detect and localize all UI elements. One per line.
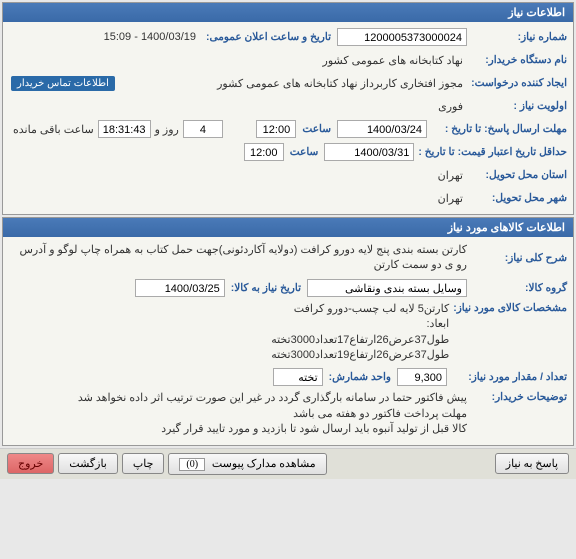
need-date-field[interactable]: 1400/03/25 [135, 279, 225, 297]
need-info-panel: اطلاعات نیاز شماره نیاز: 120000537300002… [2, 2, 574, 215]
priority-label: اولویت نیاز : [467, 100, 567, 112]
unit-field[interactable]: تخته [273, 368, 323, 386]
delivery-province-label: استان محل تحویل: [467, 169, 567, 181]
desc-value: کارتن بسته بندی پنج لایه دورو کرافت (دول… [9, 241, 467, 276]
deadline-hour-field[interactable]: 12:00 [256, 120, 296, 138]
validity-date-field[interactable]: 1400/03/31 [324, 143, 414, 161]
back-button[interactable]: بازگشت [58, 453, 118, 474]
remain-label: ساعت باقی مانده [9, 123, 98, 136]
group-label: گروه کالا: [467, 282, 567, 294]
delivery-city-value: تهران [434, 192, 467, 205]
panel2-header: اطلاعات کالاهای مورد نیاز [3, 218, 573, 237]
validity-hour-field[interactable]: 12:00 [244, 143, 284, 161]
group-field[interactable]: وسایل بسته بندی ونقاشی [307, 279, 467, 297]
contact-buyer-button[interactable]: اطلاعات تماس خریدار [11, 76, 115, 91]
announce-label: تاریخ و ساعت اعلان عمومی: [200, 31, 337, 43]
qty-field[interactable]: 9,300 [397, 368, 447, 386]
respond-button[interactable]: پاسخ به نیاز [495, 453, 569, 474]
exit-button[interactable]: خروج [7, 453, 54, 474]
hour-label-2: ساعت [284, 146, 325, 158]
notes-value: پیش فاکتور حتما در سامانه بارگذاری گردد … [9, 389, 467, 439]
need-number-field[interactable]: 1200005373000024 [337, 28, 467, 46]
unit-label: واحد شمارش: [323, 371, 397, 383]
deadline-date-field[interactable]: 1400/03/24 [337, 120, 427, 138]
buyer-agency-value: نهاد کتابخانه های عمومی کشور [319, 54, 467, 67]
min-validity-label: حداقل تاریخ اعتبار قیمت: تا تاریخ : [414, 146, 567, 158]
print-button[interactable]: چاپ [122, 453, 165, 474]
panel1-header: اطلاعات نیاز [3, 3, 573, 22]
time-remaining-field: 18:31:43 [98, 120, 151, 138]
deadline-response-label: مهلت ارسال پاسخ: تا تاریخ : [427, 123, 567, 135]
qty-label: تعداد / مقدار مورد نیاز: [447, 371, 567, 383]
days-label: روز و [151, 123, 183, 136]
requester-value: مجوز افتخاری کاربرداز نهاد کتابخانه های … [213, 77, 467, 90]
days-remaining-field: 4 [183, 120, 223, 138]
hour-label-1: ساعت [296, 123, 337, 135]
spec-label: مشخصات کالای مورد نیاز: [449, 300, 567, 314]
spec-value: کارتن5 لایه لب چسب-دورو کرافت ابعاد: طول… [271, 300, 449, 366]
goods-info-panel: اطلاعات کالاهای مورد نیاز شرح کلی نیاز: … [2, 217, 574, 446]
desc-label: شرح کلی نیاز: [467, 252, 567, 264]
delivery-city-label: شهر محل تحویل: [467, 192, 567, 204]
delivery-province-value: تهران [434, 169, 467, 182]
requester-label: ایجاد کننده درخواست: [467, 77, 567, 89]
priority-value: فوری [434, 100, 467, 113]
doc-count-badge: (0) [179, 458, 205, 471]
need-date-label: تاریخ نیاز به کالا: [225, 282, 307, 294]
buyer-agency-label: نام دستگاه خریدار: [467, 54, 567, 66]
view-docs-button[interactable]: مشاهده مدارک پیوست (0) [168, 453, 326, 475]
announce-value: 1400/03/19 - 15:09 [100, 31, 200, 43]
notes-label: توضیحات خریدار: [467, 389, 567, 403]
action-bar: پاسخ به نیاز مشاهده مدارک پیوست (0) چاپ … [0, 448, 576, 479]
need-number-label: شماره نیاز: [467, 31, 567, 43]
